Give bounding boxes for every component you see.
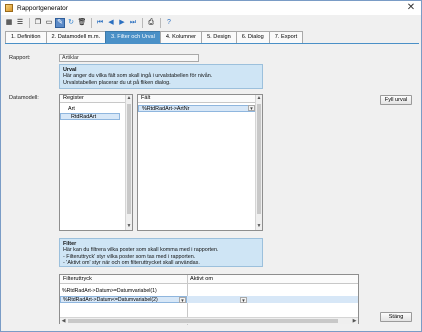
aktivt-om-column-header: Aktivt om bbox=[190, 276, 214, 282]
dropdown-arrow-icon[interactable]: ▼ bbox=[248, 105, 255, 111]
filter-row[interactable]: %RtdRadArt->Datum>=Datumvariabel(1) bbox=[60, 288, 187, 295]
help-icon[interactable]: ? bbox=[164, 18, 174, 28]
tab-bar: 1. Definition 2. Datamodell m.m. 3. Filt… bbox=[5, 31, 304, 43]
scroll-up-icon[interactable]: ▲ bbox=[126, 95, 132, 102]
register-scrollbar[interactable]: ▲ ▼ bbox=[125, 95, 132, 230]
filter-expression[interactable]: %RtdRadArt->Datum<=Datumvariabel(2) bbox=[63, 297, 158, 303]
list-icon[interactable]: ☰ bbox=[15, 18, 25, 28]
table-icon[interactable]: ▦ bbox=[4, 18, 14, 28]
folder-icon[interactable]: ▭ bbox=[44, 18, 54, 28]
filter-aktiv-cell[interactable] bbox=[188, 288, 358, 295]
rapport-field: Artiklar bbox=[59, 54, 199, 62]
last-icon[interactable]: ⏭ bbox=[128, 18, 138, 28]
copy-icon[interactable]: ❐ bbox=[33, 18, 43, 28]
tab-kolumner[interactable]: 4. Kolumner bbox=[159, 31, 203, 43]
scroll-up-icon[interactable]: ▲ bbox=[256, 95, 262, 102]
tab-export[interactable]: 7. Export bbox=[268, 31, 304, 43]
prev-icon[interactable]: ◀ bbox=[106, 18, 116, 28]
register-header: Register bbox=[60, 95, 132, 103]
refresh-icon[interactable]: ↻ bbox=[66, 18, 76, 28]
scroll-thumb[interactable] bbox=[68, 319, 338, 323]
filter-aktiv-cell[interactable] bbox=[188, 296, 248, 303]
scroll-down-icon[interactable]: ▼ bbox=[256, 223, 262, 230]
toolbar-separator bbox=[29, 17, 30, 28]
fyll-urval-button[interactable]: Fyll urval bbox=[380, 95, 412, 105]
tab-definition[interactable]: 1. Definition bbox=[5, 31, 47, 43]
close-window-icon[interactable]: ✕ bbox=[405, 2, 417, 14]
toolbar-separator bbox=[160, 17, 161, 28]
scroll-left-icon[interactable]: ◀ bbox=[60, 318, 67, 324]
tab-design[interactable]: 5. Design bbox=[201, 31, 237, 43]
app-icon bbox=[5, 4, 13, 12]
falt-scrollbar[interactable]: ▲ ▼ bbox=[255, 95, 262, 230]
scroll-thumb[interactable] bbox=[257, 104, 261, 214]
tab-dialog[interactable]: 6. Dialog bbox=[235, 31, 270, 43]
filter-info-box: Filter Här kan du filtrera vilka poster … bbox=[59, 238, 263, 267]
filter-expression[interactable]: %RtdRadArt->Datum>=Datumvariabel(1) bbox=[62, 288, 157, 294]
dropdown-arrow-icon[interactable]: ▼ bbox=[179, 297, 186, 303]
edit-icon[interactable]: ✎ bbox=[55, 17, 65, 28]
falt-row-value: %RtdRadArt->ArtNr bbox=[142, 106, 190, 112]
urval-line-2: Urvalstabellen placerar du ut på fliken … bbox=[63, 79, 171, 86]
report-generator-window: Rapportgenerator ✕ ▦ ☰ ❐ ▭ ✎ ↻ 🗑 ⏮ ◀ ▶ ⏭… bbox=[0, 0, 422, 332]
filteruttryck-column-header: Filteruttryck bbox=[63, 276, 92, 282]
scroll-down-icon[interactable]: ▼ bbox=[126, 223, 132, 230]
scroll-right-icon[interactable]: ▶ bbox=[351, 318, 358, 324]
first-icon[interactable]: ⏮ bbox=[95, 18, 105, 28]
scroll-thumb[interactable] bbox=[127, 104, 131, 214]
toolbar-separator bbox=[142, 17, 143, 28]
filter-hscrollbar[interactable]: ◀ ▶ bbox=[60, 317, 358, 324]
falt-list[interactable]: Fält %RtdRadArt->ArtNr ▼ ▲ ▼ bbox=[137, 94, 263, 231]
tab-underline bbox=[5, 43, 419, 44]
urval-info-box: Urval Här anger du vilka fält som skall … bbox=[59, 64, 263, 89]
stang-button[interactable]: Stäng bbox=[380, 312, 412, 322]
toolbar-separator bbox=[91, 17, 92, 28]
next-icon[interactable]: ▶ bbox=[117, 18, 127, 28]
filter-row[interactable]: %RtdRadArt->Datum<=Datumvariabel(2) bbox=[60, 296, 187, 303]
register-item-art[interactable]: Art bbox=[60, 106, 132, 113]
delete-icon[interactable]: 🗑 bbox=[77, 18, 87, 28]
title-bar: Rapportgenerator ✕ bbox=[1, 1, 421, 15]
tab-datamodell[interactable]: 2. Datamodell m.m. bbox=[45, 31, 107, 43]
dropdown-arrow-icon[interactable]: ▼ bbox=[240, 297, 247, 303]
window-title: Rapportgenerator bbox=[17, 4, 68, 12]
print-icon[interactable]: ⎙ bbox=[146, 18, 156, 28]
falt-header: Fält bbox=[138, 95, 262, 103]
filter-grid[interactable]: Filteruttryck Aktivt om %RtdRadArt->Datu… bbox=[59, 274, 359, 325]
falt-row[interactable]: %RtdRadArt->ArtNr bbox=[138, 105, 256, 112]
filter-line-3: - 'Aktivt om' styr när och om filteruttr… bbox=[63, 260, 200, 267]
register-item-rtdradart[interactable]: RtdRadArt bbox=[60, 113, 120, 120]
datamodell-label: Datamodell: bbox=[9, 95, 39, 101]
tab-filter-och-urval[interactable]: 3. Filter och Urval bbox=[105, 31, 161, 43]
filter-grid-header: Filteruttryck Aktivt om bbox=[60, 275, 358, 284]
rapport-label: Rapport: bbox=[9, 55, 31, 61]
toolbar: ▦ ☰ ❐ ▭ ✎ ↻ 🗑 ⏮ ◀ ▶ ⏭ ⎙ ? bbox=[1, 15, 421, 30]
register-list[interactable]: Register Art RtdRadArt ▲ ▼ bbox=[59, 94, 133, 231]
